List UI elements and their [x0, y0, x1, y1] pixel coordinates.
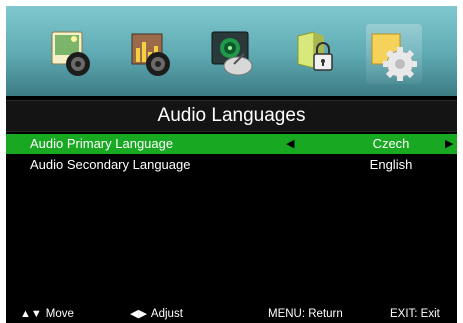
up-down-arrow-icon: ▲▼: [20, 308, 42, 320]
osd-menu: Audio Languages Audio Primary Language ◀…: [6, 6, 457, 323]
tv-screen: Audio Languages Audio Primary Language ◀…: [0, 0, 463, 323]
hint-menu-return: MENU: Return: [268, 308, 343, 320]
sound-icon[interactable]: [124, 24, 180, 84]
channel-icon[interactable]: [204, 24, 260, 84]
hint-move: ▲▼ Move: [20, 308, 74, 320]
list-item-audio-secondary-language[interactable]: Audio Secondary Language English: [6, 155, 457, 175]
list-item-label: Audio Secondary Language: [30, 157, 191, 172]
key-hints-footer: ▲▼ Move ◀▶ Adjust MENU: Return EXIT: Exit: [6, 305, 457, 323]
list-item-audio-primary-language[interactable]: Audio Primary Language ◀ Czech ▶: [6, 134, 457, 154]
hint-exit: EXIT: Exit: [390, 308, 440, 320]
left-right-arrow-icon: ◀▶: [130, 308, 147, 320]
list-item-value: Czech: [372, 136, 410, 151]
page-title: Audio Languages: [6, 100, 457, 132]
setup-gear-icon[interactable]: [366, 24, 422, 84]
hint-adjust: ◀▶ Adjust: [130, 308, 183, 320]
lock-icon[interactable]: [290, 24, 346, 84]
left-arrow-icon[interactable]: ◀: [286, 134, 294, 154]
list-item-label: Audio Primary Language: [30, 136, 174, 151]
list-item-value: English: [369, 157, 413, 172]
menu-icon-bar: [6, 6, 457, 96]
picture-icon[interactable]: [44, 24, 100, 84]
right-arrow-icon[interactable]: ▶: [445, 134, 453, 154]
